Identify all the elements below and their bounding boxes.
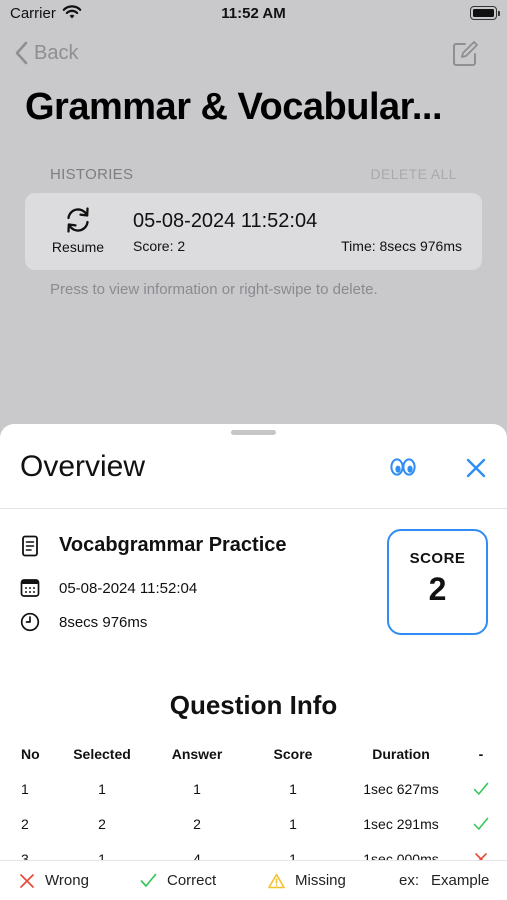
score-value: 2 — [428, 571, 447, 607]
history-item[interactable]: Resume 05-08-2024 11:52:04 Score: 2 Time… — [25, 193, 482, 270]
legend-correct: Correct — [140, 872, 216, 889]
header-selected: Selected — [73, 746, 131, 762]
header-score: Score — [273, 746, 313, 762]
table-row[interactable]: 2 2 2 1 1sec 291ms — [0, 816, 507, 851]
legend-correct-label: Correct — [167, 872, 217, 889]
sheet-grabber[interactable] — [231, 430, 276, 435]
quiz-name-row: Vocabgrammar Practice — [20, 534, 287, 557]
cell-selected: 1 — [98, 781, 106, 797]
quiz-name: Vocabgrammar Practice — [59, 534, 287, 556]
clock-icon — [20, 612, 40, 632]
question-info-title: Question Info — [169, 690, 338, 720]
compose-icon[interactable] — [451, 40, 479, 68]
cell-answer: 1 — [193, 781, 201, 797]
checkmark-icon — [473, 817, 489, 830]
cell-duration: 1sec 627ms — [363, 781, 439, 797]
refresh-icon — [67, 207, 89, 233]
eyes-icon[interactable] — [388, 453, 418, 481]
legend-example: ex: Example — [399, 872, 489, 889]
status-bar: Carrier 11:52 AM — [0, 0, 507, 30]
back-button[interactable]: Back — [14, 38, 78, 68]
close-icon[interactable] — [463, 455, 489, 481]
history-time: Time: 8secs 976ms — [341, 238, 462, 254]
cell-answer: 2 — [193, 816, 201, 832]
resume-button[interactable]: Resume — [43, 205, 113, 257]
battery-icon — [470, 6, 500, 20]
header-status: - — [478, 746, 484, 762]
warning-icon — [268, 873, 285, 888]
score-card: SCORE 2 — [387, 529, 488, 635]
calendar-icon — [20, 579, 40, 597]
cell-no: 2 — [21, 816, 29, 832]
x-mark-icon — [20, 873, 34, 888]
histories-hint: Press to view information or right-swipe… — [50, 281, 378, 298]
overview-title: Overview — [20, 450, 146, 483]
table-row[interactable]: 1 1 1 1 1sec 627ms — [0, 781, 507, 816]
legend-wrong: Wrong — [19, 872, 89, 889]
legend-missing: Missing — [268, 872, 346, 889]
resume-label: Resume — [51, 239, 105, 255]
date-row: 05-08-2024 11:52:04 — [20, 578, 197, 598]
overview-sheet: Overview Vocabgrammar Practice 05-08-202… — [0, 424, 507, 900]
delete-all-button[interactable]: DELETE ALL — [371, 166, 458, 182]
cell-score: 1 — [289, 816, 297, 832]
history-date: 05-08-2024 11:52:04 — [133, 210, 318, 232]
legend-wrong-label: Wrong — [45, 872, 89, 889]
quiz-date: 05-08-2024 11:52:04 — [59, 579, 198, 597]
legend-missing-label: Missing — [295, 872, 346, 889]
document-icon — [22, 535, 38, 556]
clock-time: 11:52 AM — [221, 5, 286, 22]
cell-score: 1 — [289, 781, 297, 797]
quiz-duration: 8secs 976ms — [59, 613, 148, 631]
back-label: Back — [34, 41, 79, 64]
header-divider — [0, 508, 507, 509]
header-answer: Answer — [171, 746, 223, 762]
histories-section-label: HISTORIES — [50, 166, 134, 183]
status-legend: Wrong Correct Missing ex: Example — [0, 860, 507, 900]
chevron-left-icon — [15, 41, 28, 65]
checkmark-icon — [140, 873, 157, 887]
checkmark-icon — [473, 782, 489, 795]
score-label: SCORE — [409, 550, 466, 567]
cell-no: 1 — [21, 781, 29, 797]
legend-example-key: ex: — [399, 872, 420, 889]
cell-selected: 2 — [98, 816, 106, 832]
table-header-row: No Selected Answer Score Duration - — [0, 746, 507, 781]
cell-duration: 1sec 291ms — [363, 816, 439, 832]
history-score: Score: 2 — [133, 238, 186, 254]
duration-row: 8secs 976ms — [20, 612, 147, 632]
header-no: No — [21, 746, 40, 762]
page-title: Grammar & Vocabular... — [25, 86, 443, 128]
legend-example-label: Example — [431, 872, 490, 889]
header-duration: Duration — [372, 746, 430, 762]
